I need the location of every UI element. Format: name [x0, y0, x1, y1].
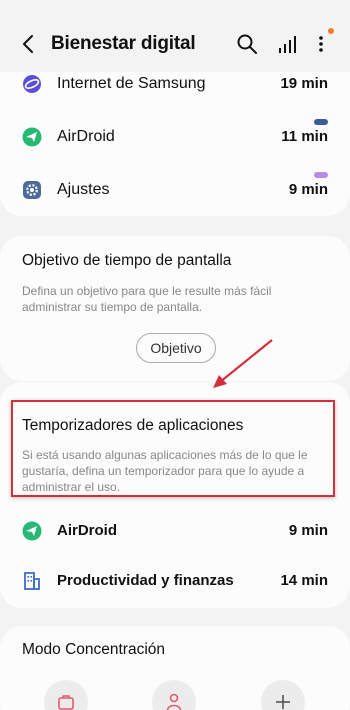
app-usage-row[interactable]: Ajustes 9 min	[0, 170, 350, 210]
screen-goal-title: Objetivo de tiempo de pantalla	[22, 252, 232, 269]
app-usage-card: Internet de Samsung 19 min AirDroid 11 m…	[0, 50, 350, 216]
person-icon	[166, 693, 182, 710]
usage-color-bar	[314, 172, 328, 178]
timer-app-name: Productividad y finanzas	[57, 572, 234, 589]
app-time: 19 min	[280, 75, 328, 92]
top-app-bar: Bienestar digital	[0, 0, 350, 72]
timer-app-time: 14 min	[280, 572, 328, 589]
page-title: Bienestar digital	[51, 33, 196, 54]
timer-app-time: 9 min	[288, 522, 328, 539]
building-icon	[24, 572, 40, 590]
samsung-internet-icon	[23, 75, 41, 93]
app-time: 11 min	[281, 128, 328, 145]
app-time: 9 min	[288, 181, 328, 198]
bar-chart-icon[interactable]	[277, 33, 299, 55]
timer-row[interactable]: AirDroid 9 min	[0, 511, 350, 551]
app-name: AirDroid	[57, 128, 115, 145]
airdroid-icon	[22, 521, 42, 541]
airdroid-icon	[22, 127, 42, 147]
focus-mode-title: Modo Concentración	[22, 641, 166, 658]
app-timers-description: Si está usando algunas aplicaciones más …	[22, 448, 308, 494]
app-name: Ajustes	[57, 181, 110, 198]
search-icon[interactable]	[236, 33, 258, 55]
timer-app-name: AirDroid	[57, 522, 117, 539]
more-vertical-icon[interactable]	[310, 33, 332, 55]
settings-gear-icon	[23, 181, 41, 199]
annotation-arrow	[213, 339, 273, 388]
screen-goal-description: Defina un objetivo para que le resulte m…	[22, 284, 272, 314]
back-arrow-icon[interactable]	[18, 33, 40, 55]
timer-row[interactable]: Productividad y finanzas 14 min	[0, 561, 350, 601]
usage-color-bar	[314, 119, 328, 125]
briefcase-icon	[58, 695, 74, 710]
app-timers-title[interactable]: Temporizadores de aplicaciones	[22, 417, 243, 435]
notification-dot	[328, 28, 334, 34]
app-name: Internet de Samsung	[57, 75, 206, 92]
app-usage-row[interactable]: AirDroid 11 min	[0, 117, 350, 157]
plus-icon	[276, 695, 290, 709]
